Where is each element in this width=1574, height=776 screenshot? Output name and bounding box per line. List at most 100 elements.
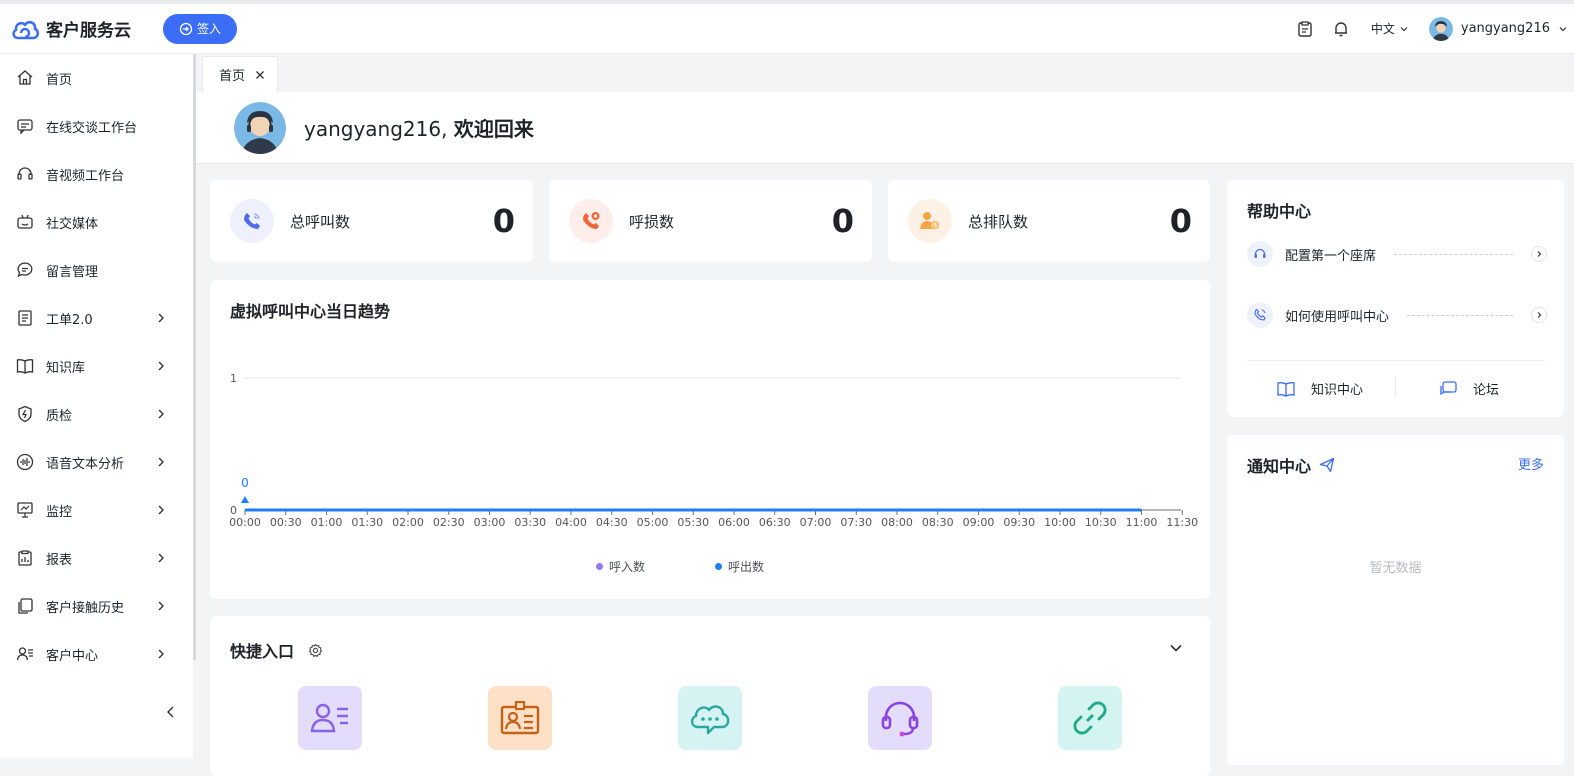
stat-value: 0 xyxy=(492,202,515,240)
message-icon xyxy=(16,261,34,279)
headset-icon xyxy=(881,701,919,737)
sidebar-item-knowledge-base[interactable]: 知识库 xyxy=(0,342,193,390)
chevron-right-icon xyxy=(158,505,164,515)
forum-icon xyxy=(1440,380,1457,395)
data-label: 0 xyxy=(241,476,249,490)
cloud-chat-icon xyxy=(690,705,730,735)
sidebar-item-contact-history[interactable]: 客户接触历史 xyxy=(0,582,193,630)
sidebar-item-label: 社交媒体 xyxy=(46,216,99,232)
signin-label: 签入 xyxy=(197,22,222,36)
sidebar-item-social-media[interactable]: 社交媒体 xyxy=(0,198,193,246)
collapse-sidebar-button[interactable] xyxy=(164,704,178,723)
link-forum[interactable]: 论坛 xyxy=(1439,379,1499,398)
sidebar-item-online-chat[interactable]: 在线交谈工作台 xyxy=(0,102,193,150)
chevron-right-icon xyxy=(158,361,164,371)
sidebar-item-message-mgmt[interactable]: 留言管理 xyxy=(0,246,193,294)
link-knowledge-center[interactable]: 知识中心 xyxy=(1277,379,1363,398)
monitor-icon xyxy=(16,501,34,519)
sidebar-item-monitor[interactable]: 监控 xyxy=(0,486,193,534)
chevron-down-icon[interactable] xyxy=(1168,640,1184,656)
sidebar-item-speech-analysis[interactable]: 语音文本分析 xyxy=(0,438,193,486)
sidebar-item-quality-check[interactable]: 质检 xyxy=(0,390,193,438)
home-icon xyxy=(16,69,34,87)
quick-entry-headset[interactable] xyxy=(868,686,932,750)
shield-icon xyxy=(16,405,34,423)
sidebar-item-customer-center[interactable]: 客户中心 xyxy=(0,630,193,678)
chevron-right-icon xyxy=(158,553,164,563)
stat-label: 呼损数 xyxy=(629,212,675,231)
headset-icon xyxy=(16,165,34,183)
x-tick-label: 08:00 xyxy=(881,516,913,529)
user-menu[interactable]: yangyang216 xyxy=(1428,16,1568,41)
sidebar-item-reports[interactable]: 报表 xyxy=(0,534,193,582)
gear-icon[interactable] xyxy=(308,643,323,658)
sidebar-item-label: 报表 xyxy=(46,552,73,568)
x-tick-label: 02:30 xyxy=(433,516,465,529)
legend-label: 呼出数 xyxy=(728,560,765,574)
welcome-banner: yangyang216, 欢迎回来 xyxy=(196,92,1574,164)
sidebar-item-label: 在线交谈工作台 xyxy=(46,120,138,136)
sidebar-item-label: 知识库 xyxy=(46,360,86,376)
book-icon xyxy=(16,357,34,375)
x-tick-label: 07:00 xyxy=(800,516,832,529)
help-item-call-center[interactable]: 如何使用呼叫中心 xyxy=(1247,302,1547,328)
sidebar-item-ticket[interactable]: 工单2.0 xyxy=(0,294,193,342)
bell-icon[interactable] xyxy=(1323,11,1359,47)
sidebar-item-label: 音视频工作台 xyxy=(46,168,125,184)
quick-entry-contacts[interactable] xyxy=(298,686,362,750)
quick-title: 快捷入口 xyxy=(230,642,295,661)
chevron-left-icon xyxy=(167,706,174,718)
quick-entry-cloud-chat[interactable] xyxy=(678,686,742,750)
tab-home[interactable]: 首页 xyxy=(202,56,279,92)
trend-chart-card: 虚拟呼叫中心当日趋势 0 1 00:00 00:30 01:00 01:30 02:00 02… xyxy=(210,280,1210,599)
x-tick-label: 03:30 xyxy=(514,516,546,529)
avatar xyxy=(1428,16,1453,41)
legend-dot xyxy=(715,563,722,570)
more-link[interactable]: 更多 xyxy=(1518,454,1544,473)
cloud-logo-icon xyxy=(12,20,40,39)
notice-title: 通知中心 xyxy=(1247,457,1312,476)
close-icon[interactable] xyxy=(255,70,265,80)
legend-item-inbound[interactable]: 呼入数 xyxy=(596,558,645,575)
chevron-right-icon xyxy=(158,313,164,323)
legend-dot xyxy=(596,563,603,570)
sidebar-item-label: 工单2.0 xyxy=(46,312,93,328)
x-tick-label: 01:30 xyxy=(351,516,383,529)
stat-card-total-calls: 总呼叫数 0 xyxy=(210,180,533,262)
x-tick-label: 00:30 xyxy=(270,516,302,529)
help-item-config-agent[interactable]: 配置第一个座席 xyxy=(1247,241,1547,267)
help-item-label: 如何使用呼叫中心 xyxy=(1285,309,1390,325)
x-tick-label: 00:00 xyxy=(229,516,261,529)
stat-card-queue: 总排队数 0 xyxy=(888,180,1210,262)
stat-card-missed-calls: 呼损数 0 xyxy=(549,180,872,262)
chevron-right-icon xyxy=(158,649,164,659)
language-selector[interactable]: 中文 xyxy=(1371,20,1409,37)
quick-entry-id-card[interactable] xyxy=(488,686,552,750)
chevron-right-icon xyxy=(1531,307,1547,323)
app-logo[interactable]: 客户服务云 xyxy=(10,16,131,42)
contact-list-icon xyxy=(310,703,348,733)
sidebar-item-label: 客户接触历史 xyxy=(46,600,125,616)
username: yangyang216 xyxy=(1460,21,1550,36)
tab-label: 首页 xyxy=(219,69,246,84)
divider xyxy=(1407,314,1513,316)
legend-label: 呼入数 xyxy=(609,560,646,574)
help-center-card: 帮助中心 配置第一个座席 如何使用呼叫中心 知识中心 论坛 xyxy=(1227,180,1564,417)
x-tick-label: 05:00 xyxy=(637,516,669,529)
divider xyxy=(1247,360,1545,361)
x-tick-label: 11:00 xyxy=(1126,516,1158,529)
send-icon xyxy=(1319,457,1335,473)
sidebar-item-home[interactable]: 首页 xyxy=(0,54,193,102)
signin-button[interactable]: 签入 xyxy=(163,13,238,44)
y-tick-label: 1 xyxy=(230,372,237,385)
sidebar-item-av-workbench[interactable]: 音视频工作台 xyxy=(0,150,193,198)
quick-entry-link[interactable] xyxy=(1058,686,1122,750)
signin-icon xyxy=(179,22,193,35)
link-label: 知识中心 xyxy=(1311,383,1364,398)
x-tick-label: 03:00 xyxy=(474,516,506,529)
clipboard-icon[interactable] xyxy=(1287,11,1323,47)
queue-user-icon xyxy=(908,199,952,243)
sidebar-item-label: 质检 xyxy=(46,408,73,424)
chevron-right-icon xyxy=(158,601,164,611)
legend-item-outbound[interactable]: 呼出数 xyxy=(715,558,764,575)
